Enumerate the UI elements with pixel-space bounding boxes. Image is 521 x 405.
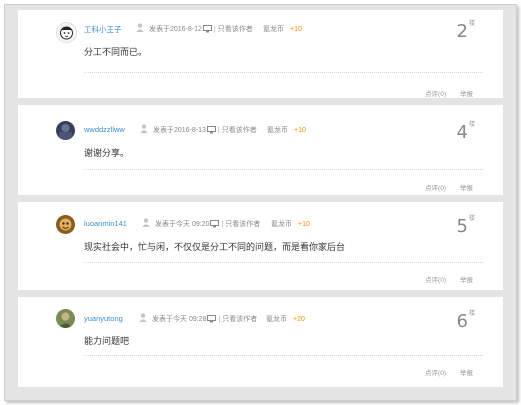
avatar[interactable]	[56, 309, 75, 328]
floor-digit: 6	[456, 311, 468, 332]
divider	[84, 72, 483, 73]
coin-amount: +10	[298, 221, 310, 228]
only-author-link[interactable]: 只看该作者	[222, 127, 257, 134]
post-item: yuanyutong 发表于今天 09:28 | 只看该作者 氪龙币 +20 6楼 能…	[18, 297, 503, 387]
meta-separator: |	[217, 127, 220, 134]
coin-label: 氪龙币	[271, 221, 292, 228]
post-timestamp: 发表于2016-8-12	[149, 26, 202, 33]
post-item: 工科小王子 发表于2016-8-12 | 只看该作者 氪龙币 +10 2楼 分工不同而…	[18, 10, 503, 98]
coin-label: 氪龙币	[263, 26, 284, 33]
post-meta: 发表于2016-8-13 | 只看该作者	[153, 125, 257, 135]
post-content: 谢谢分享。	[84, 148, 130, 158]
report-link[interactable]: 举报	[460, 185, 473, 192]
floor-suffix: 楼	[468, 121, 475, 128]
floor-suffix: 楼	[468, 20, 475, 27]
report-link[interactable]: 举报	[460, 277, 473, 284]
meta-separator: |	[221, 221, 224, 228]
divider	[84, 169, 483, 170]
user-icon	[136, 23, 144, 32]
floor-number: 2楼	[457, 18, 475, 42]
post-timestamp: 发表于2016-8-13	[153, 127, 206, 134]
avatar[interactable]	[56, 121, 75, 140]
author-name-link[interactable]: yuanyutong	[84, 314, 123, 323]
report-link[interactable]: 举报	[460, 370, 473, 377]
post-meta: 发表于今天 09:20 | 只看该作者	[155, 219, 260, 229]
user-icon	[139, 313, 147, 322]
thread-frame: 工科小王子 发表于2016-8-12 | 只看该作者 氪龙币 +10 2楼 分工不同而…	[4, 4, 517, 401]
user-icon	[142, 218, 150, 227]
floor-number: 5楼	[457, 213, 475, 237]
floor-number: 4楼	[457, 119, 475, 143]
coin-amount: +10	[294, 127, 306, 134]
coin-reward: 氪龙币 +10	[267, 125, 306, 135]
author-name-link[interactable]: luoanmin141	[84, 219, 127, 228]
monitor-icon	[202, 25, 212, 33]
floor-digit: 2	[456, 21, 468, 42]
user-icon	[140, 124, 148, 133]
author-name-link[interactable]: wwddzzllww	[84, 125, 125, 134]
monitor-icon	[210, 220, 220, 228]
floor-digit: 5	[456, 216, 468, 237]
post-actions: 点评(0) 举报	[425, 274, 473, 284]
meta-separator: |	[213, 26, 216, 33]
comment-link[interactable]: 点评(0)	[425, 277, 446, 284]
divider	[84, 355, 483, 356]
floor-suffix: 楼	[468, 310, 475, 317]
post-meta: 发表于今天 09:28 | 只看该作者	[152, 314, 257, 324]
only-author-link[interactable]: 只看该作者	[225, 221, 260, 228]
post-timestamp: 发表于今天 09:28	[152, 316, 207, 323]
post-content: 现实社会中，忙与闲，不仅仅是分工不同的问题，而是看你家后台	[84, 242, 346, 252]
coin-amount: +20	[293, 316, 305, 323]
report-link[interactable]: 举报	[460, 91, 473, 98]
coin-reward: 氪龙币 +20	[266, 314, 305, 324]
avatar[interactable]	[56, 215, 75, 234]
only-author-link[interactable]: 只看该作者	[222, 316, 257, 323]
post-content: 分工不同而已。	[84, 47, 148, 57]
avatar[interactable]	[56, 22, 77, 43]
divider	[84, 262, 483, 263]
meta-separator: |	[218, 316, 221, 323]
comment-link[interactable]: 点评(0)	[425, 370, 446, 377]
monitor-icon	[206, 126, 216, 134]
floor-digit: 4	[456, 122, 468, 143]
floor-suffix: 楼	[468, 215, 475, 222]
coin-amount: +10	[290, 26, 302, 33]
post-timestamp: 发表于今天 09:20	[155, 221, 210, 228]
only-author-link[interactable]: 只看该作者	[218, 26, 253, 33]
post-actions: 点评(0) 举报	[425, 88, 473, 98]
coin-reward: 氪龙币 +10	[271, 219, 310, 229]
coin-reward: 氪龙币 +10	[263, 24, 302, 34]
coin-label: 氪龙币	[266, 316, 287, 323]
post-item: wwddzzllww 发表于2016-8-13 | 只看该作者 氪龙币 +10 4楼 …	[18, 105, 503, 195]
comment-link[interactable]: 点评(0)	[425, 91, 446, 98]
coin-label: 氪龙币	[267, 127, 288, 134]
monitor-icon	[207, 315, 217, 323]
post-actions: 点评(0) 举报	[425, 367, 473, 377]
post-actions: 点评(0) 举报	[425, 182, 473, 192]
post-item: luoanmin141 发表于今天 09:20 | 只看该作者 氪龙币 +10 5楼 …	[18, 202, 503, 290]
floor-number: 6楼	[457, 308, 475, 332]
comment-link[interactable]: 点评(0)	[425, 185, 446, 192]
author-name-link[interactable]: 工科小王子	[84, 24, 122, 35]
post-content: 能力问题吧	[84, 336, 130, 346]
post-meta: 发表于2016-8-12 | 只看该作者	[149, 24, 253, 34]
